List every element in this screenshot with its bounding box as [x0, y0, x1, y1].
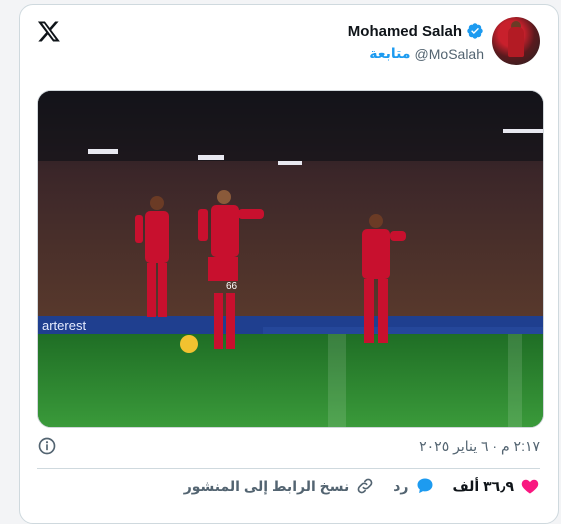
- author-display-name[interactable]: Mohamed Salah: [348, 23, 462, 40]
- ad-board-left-text: arterest: [42, 318, 86, 333]
- player-number: 66: [226, 281, 238, 292]
- reply-button[interactable]: رد: [393, 476, 434, 496]
- tweet-author[interactable]: Mohamed Salah متابعة @MoSalah: [348, 17, 540, 65]
- author-handle[interactable]: @MoSalah: [415, 46, 484, 62]
- reply-bubble-icon: [417, 478, 432, 494]
- info-icon[interactable]: [37, 436, 57, 456]
- like-button[interactable]: ٣٦٫٩ ألف: [453, 476, 541, 496]
- match-photo-illustration: arterest standard Gr 66: [38, 91, 543, 427]
- tweet-meta: ٢:١٧ م · ٦ يناير ٢٠٢٥: [37, 435, 540, 457]
- author-text: Mohamed Salah متابعة @MoSalah: [348, 17, 484, 62]
- copy-link-button[interactable]: نسخ الرابط إلى المنشور: [184, 476, 376, 496]
- copy-link-label: نسخ الرابط إلى المنشور: [183, 477, 350, 494]
- like-count: ٣٦٫٩ ألف: [452, 477, 515, 494]
- heart-icon: [521, 479, 539, 494]
- divider: [37, 468, 540, 469]
- tweet-timestamp[interactable]: ٢:١٧ م · ٦ يناير ٢٠٢٥: [419, 438, 540, 455]
- follow-link[interactable]: متابعة: [369, 45, 410, 62]
- verified-badge-icon: [467, 23, 483, 39]
- reply-label: رد: [393, 477, 409, 494]
- tweet-actions: ٣٦٫٩ ألف رد نسخ الرابط إلى المنشور: [184, 476, 540, 496]
- avatar[interactable]: [492, 17, 540, 65]
- link-icon: [357, 478, 373, 494]
- tweet-photo[interactable]: arterest standard Gr 66: [37, 90, 544, 428]
- x-logo-icon[interactable]: [37, 19, 61, 43]
- tweet-embed-card: Mohamed Salah متابعة @MoSalah arterest 6…: [19, 4, 559, 524]
